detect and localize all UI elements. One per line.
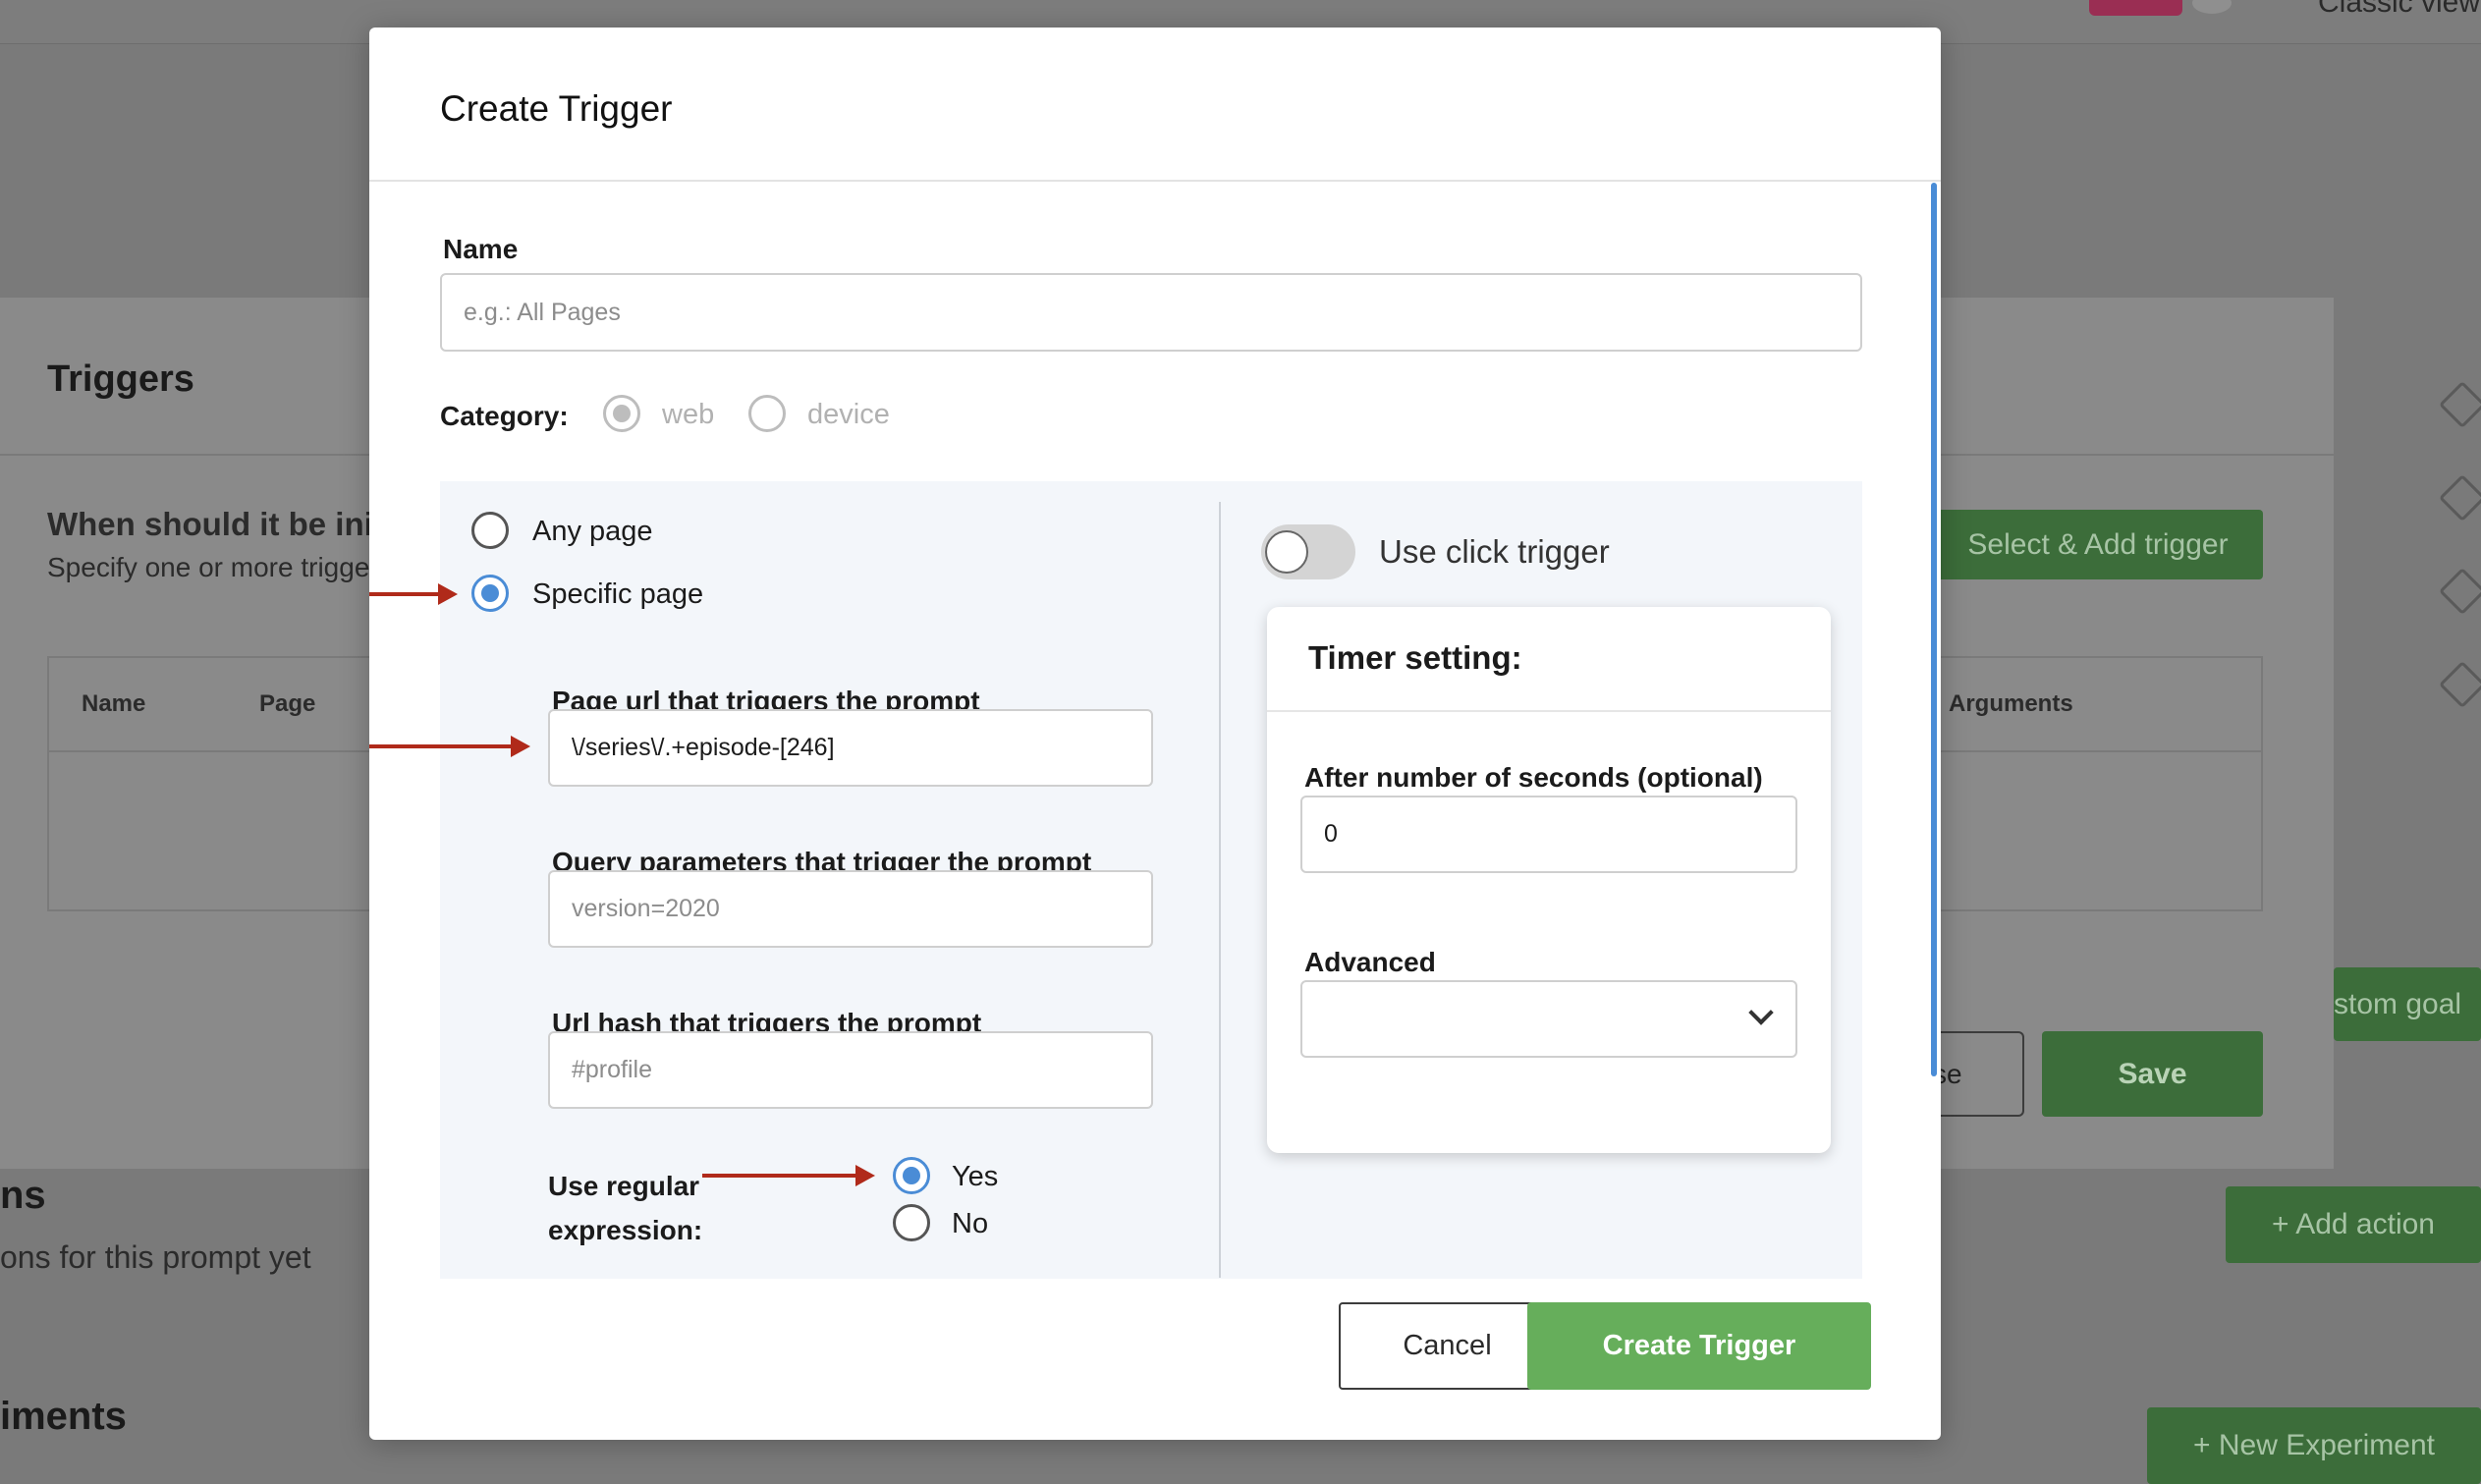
url-hash-input[interactable] [548, 1031, 1153, 1109]
custom-goal-button[interactable]: stom goal [2334, 967, 2481, 1041]
seconds-label: After number of seconds (optional) [1304, 762, 1763, 793]
click-trigger-toggle[interactable] [1261, 524, 1355, 579]
category-web-label: web [662, 399, 715, 430]
specific-page-radio[interactable] [471, 575, 509, 612]
select-add-trigger-button[interactable]: Select & Add trigger [1933, 510, 2263, 579]
modal-header: Create Trigger [369, 27, 1941, 182]
add-action-button[interactable]: + Add action [2226, 1186, 2481, 1263]
regex-label-line2: expression: [548, 1215, 703, 1245]
regex-yes-label: Yes [952, 1161, 999, 1192]
timer-header: Timer setting: [1267, 607, 1831, 712]
edit-pencil-icon[interactable] [2438, 380, 2481, 429]
annotation-arrow [369, 583, 458, 605]
regex-yes-radio[interactable] [893, 1157, 930, 1194]
table-header-page: Page [259, 690, 316, 717]
seconds-input[interactable] [1300, 796, 1797, 873]
click-trigger-label: Use click trigger [1379, 533, 1610, 570]
specific-page-label: Specific page [532, 578, 704, 610]
toggle-knob [1265, 530, 1308, 574]
advanced-label: Advanced [1304, 947, 1436, 977]
regex-no-label: No [952, 1208, 989, 1239]
category-web-radio[interactable] [603, 395, 640, 432]
annotation-arrow [702, 1165, 875, 1186]
annotation-arrow [369, 736, 530, 757]
edit-pencil-icon[interactable] [2438, 660, 2481, 709]
query-params-input[interactable] [548, 870, 1153, 948]
actions-empty-text: ons for this prompt yet [0, 1239, 311, 1275]
save-button[interactable]: Save [2042, 1031, 2263, 1117]
timer-title: Timer setting: [1308, 639, 1522, 676]
specify-text: Specify one or more trigge [47, 552, 370, 582]
category-device-radio[interactable] [748, 395, 786, 432]
advanced-select[interactable] [1300, 980, 1797, 1058]
create-trigger-modal: Create Trigger Name Category: web device… [369, 27, 1941, 1440]
page-url-input[interactable] [548, 709, 1153, 787]
regex-label-line1: Use regular [548, 1171, 700, 1201]
edit-pencil-icon[interactable] [2438, 473, 2481, 522]
classic-view-link[interactable]: Classic view [2318, 0, 2480, 20]
shared-badge [2089, 0, 2182, 16]
timer-setting-card: Timer setting: After number of seconds (… [1267, 607, 1831, 1153]
create-trigger-button[interactable]: Create Trigger [1527, 1302, 1871, 1390]
actions-title: ns [0, 1174, 46, 1217]
name-label: Name [443, 234, 519, 264]
category-label: Category: [440, 401, 569, 431]
any-page-label: Any page [532, 516, 653, 547]
table-header-name: Name [82, 690, 146, 717]
any-page-radio[interactable] [471, 512, 509, 549]
name-input[interactable] [440, 273, 1862, 352]
table-header-arguments: Arguments [1949, 690, 2073, 717]
category-device-label: device [807, 399, 890, 430]
modal-title: Create Trigger [440, 88, 673, 129]
regex-no-radio[interactable] [893, 1204, 930, 1241]
chevron-down-icon [1748, 1000, 1774, 1025]
triggers-panel-title: Triggers [47, 358, 194, 400]
modal-scrollbar[interactable] [1931, 183, 1937, 1076]
config-divider [1219, 502, 1221, 1278]
experiments-title: iments [0, 1395, 127, 1438]
cancel-button[interactable]: Cancel [1339, 1302, 1556, 1390]
new-experiment-button[interactable]: + New Experiment [2147, 1407, 2481, 1484]
when-heading: When should it be init [47, 506, 384, 542]
edit-pencil-icon[interactable] [2438, 567, 2481, 616]
